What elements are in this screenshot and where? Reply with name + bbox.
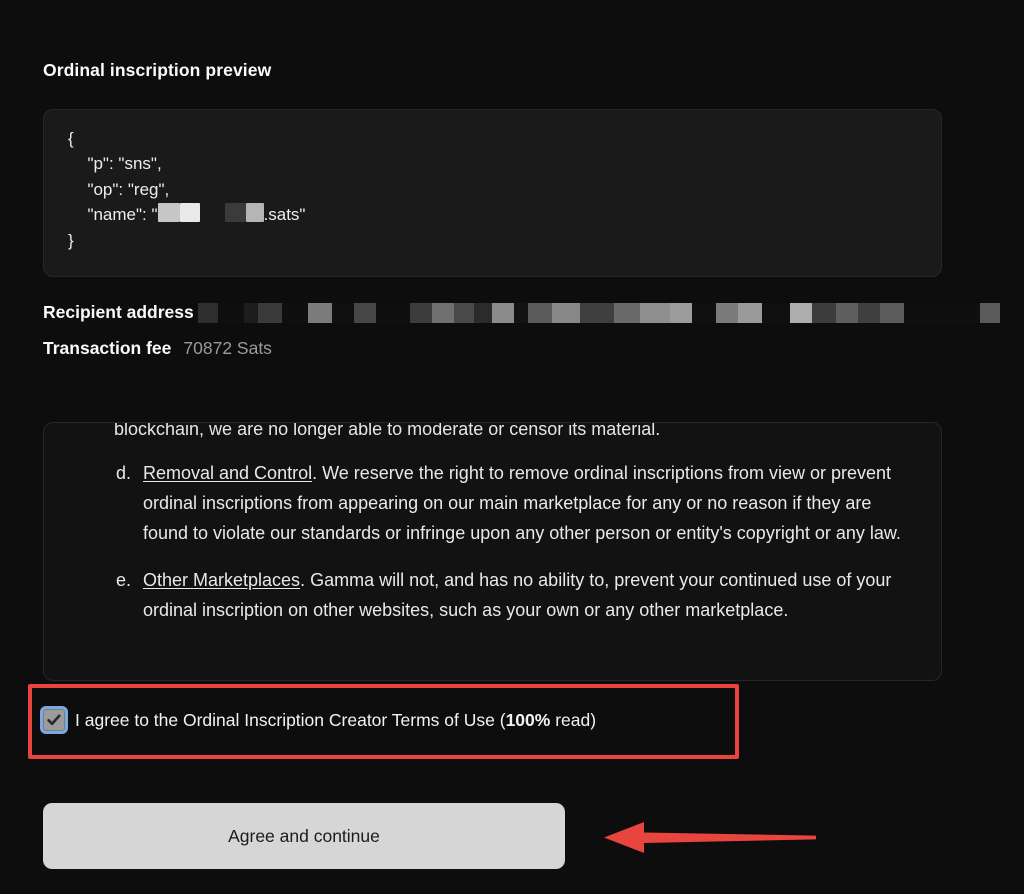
redacted-block xyxy=(245,203,264,223)
redacted-block xyxy=(197,302,218,323)
redacted-block xyxy=(409,302,432,323)
redacted-block xyxy=(579,302,614,323)
page-title: Ordinal inscription preview xyxy=(43,60,272,80)
redacted-block xyxy=(179,203,200,223)
redacted-block xyxy=(431,302,454,323)
agree-label-before: I agree to the Ordinal Inscription Creat… xyxy=(75,709,506,730)
read-progress-value: 100% xyxy=(505,709,551,730)
redacted-block xyxy=(375,302,410,323)
list-item-heading: Removal and Control xyxy=(143,463,313,483)
json-name-suffix: .sats" xyxy=(263,205,306,225)
redacted-block xyxy=(473,302,492,323)
redacted-block xyxy=(157,203,180,223)
redacted-block xyxy=(527,302,552,323)
recipient-address-row: Recipient address xyxy=(43,302,1000,323)
agreement-row[interactable]: I agree to the Ordinal Inscription Creat… xyxy=(43,709,596,731)
recipient-address-redacted-value xyxy=(197,302,1000,323)
redacted-block xyxy=(737,302,762,323)
terms-content: blockchain, we are no longer able to mod… xyxy=(44,422,941,642)
terms-clipped-line: blockchain, we are no longer able to mod… xyxy=(114,422,661,439)
transaction-fee-value: 70872 Sats xyxy=(183,338,272,358)
redacted-block xyxy=(331,302,354,323)
list-item: d. Removal and Control. We reserve the r… xyxy=(116,458,917,548)
redacted-block xyxy=(879,302,904,323)
redacted-block xyxy=(257,302,282,323)
redacted-block xyxy=(307,302,332,323)
redacted-block xyxy=(639,302,670,323)
pointer-arrow-annotation xyxy=(604,822,816,853)
redacted-block xyxy=(835,302,858,323)
redacted-block xyxy=(224,203,246,223)
list-item-heading: Other Marketplaces xyxy=(143,570,301,590)
redacted-block xyxy=(691,302,716,323)
redacted-block xyxy=(903,302,980,323)
redacted-block xyxy=(281,302,308,323)
redacted-block xyxy=(669,302,692,323)
redacted-block xyxy=(243,302,258,323)
redacted-block xyxy=(613,302,640,323)
inscription-json: { "p": "sns", "op": "reg", "name": " .sat… xyxy=(68,126,917,253)
agree-terms-label: I agree to the Ordinal Inscription Creat… xyxy=(75,710,596,731)
redacted-block xyxy=(491,302,514,323)
redacted-block xyxy=(715,302,738,323)
redacted-block xyxy=(789,302,812,323)
json-field-name: "name": " .sats" xyxy=(68,202,917,227)
json-open-brace: { xyxy=(68,129,74,148)
transaction-fee-row: Transaction fee 70872 Sats xyxy=(43,338,272,359)
arrow-left-icon xyxy=(604,822,816,853)
redacted-block xyxy=(761,302,790,323)
redacted-block xyxy=(979,302,1000,323)
list-item-marker: e. xyxy=(116,570,132,590)
json-field-p: "p": "sns", xyxy=(78,154,162,174)
agree-terms-checkbox[interactable] xyxy=(43,709,65,731)
redacted-block xyxy=(857,302,880,323)
redacted-block xyxy=(217,302,244,323)
json-name-prefix: "name": " xyxy=(78,205,158,225)
redacted-block xyxy=(353,302,376,323)
json-field-op: "op": "reg", xyxy=(78,179,170,199)
transaction-fee-label: Transaction fee xyxy=(43,338,172,358)
agree-label-after: read) xyxy=(550,709,597,730)
recipient-address-label: Recipient address xyxy=(43,302,194,322)
terms-list: d. Removal and Control. We reserve the r… xyxy=(68,458,917,625)
agree-and-continue-button[interactable]: Agree and continue xyxy=(43,803,565,869)
redacted-block xyxy=(551,302,580,323)
inscription-preview-card: { "p": "sns", "op": "reg", "name": " .sat… xyxy=(43,109,942,277)
list-item-marker: d. xyxy=(116,463,132,483)
list-item: e. Other Marketplaces. Gamma will not, a… xyxy=(116,565,917,625)
terms-of-use-scroll-area[interactable]: blockchain, we are no longer able to mod… xyxy=(43,422,942,681)
checkmark-icon xyxy=(47,714,61,726)
json-close-brace: } xyxy=(68,230,74,250)
redacted-block xyxy=(811,302,836,323)
redacted-block xyxy=(453,302,474,323)
redacted-block xyxy=(513,302,528,323)
